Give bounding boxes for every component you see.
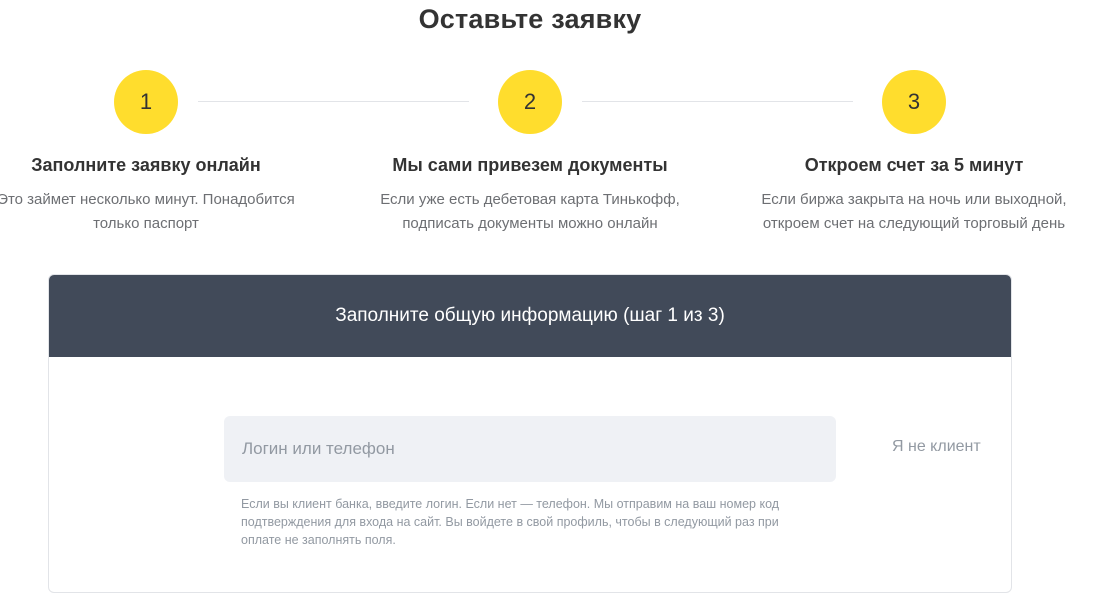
step-1-number: 1 <box>114 70 178 134</box>
step-2-title: Мы сами привезем документы <box>392 155 668 175</box>
step-connector-1 <box>198 101 469 102</box>
login-hint-line: Если вы клиент банка, введите логин. Есл… <box>241 497 780 511</box>
step-connector-2 <box>582 101 853 102</box>
step-2-description-line: подписать документы можно онлайн <box>402 215 658 232</box>
step-3-description-line: откроем счет на следующий торговый день <box>762 215 1066 232</box>
login-hint: Если вы клиент банка, введите логин. Есл… <box>241 495 841 549</box>
step-3-number: 3 <box>882 70 946 134</box>
page: Оставьте заявку 1 Заполните заявку онлай… <box>0 0 1095 608</box>
step-1-title: Заполните заявку онлайн <box>31 155 261 175</box>
form-header-title: Заполните общую информацию (шаг 1 из 3) <box>335 305 725 326</box>
not-client-link[interactable]: Я не клиент <box>892 438 981 456</box>
login-or-phone-input[interactable] <box>224 416 836 482</box>
step-1-description: Это займет несколько минут. Понадобится … <box>0 188 326 236</box>
step-2-number: 2 <box>498 70 562 134</box>
login-hint-line: подтверждения для входа на сайт. Вы войд… <box>241 515 779 529</box>
step-2-description: Если уже есть дебетовая карта Тинькофф, … <box>350 188 710 236</box>
page-title: Оставьте заявку <box>418 4 642 34</box>
login-hint-line: оплате не заполнять поля. <box>241 533 396 547</box>
form-header: Заполните общую информацию (шаг 1 из 3) <box>49 275 1011 357</box>
step-3-description: Если биржа закрыта на ночь или выходной,… <box>734 188 1094 236</box>
application-form-card: Заполните общую информацию (шаг 1 из 3) … <box>48 274 1012 593</box>
step-3-description-line: Если биржа закрыта на ночь или выходной, <box>761 191 1067 208</box>
step-2-description-line: Если уже есть дебетовая карта Тинькофф, <box>380 191 680 208</box>
step-1-description-line: Это займет несколько минут. Понадобится <box>0 191 295 208</box>
step-3-title: Откроем счет за 5 минут <box>804 155 1024 175</box>
step-1-description-line: только паспорт <box>93 215 199 232</box>
